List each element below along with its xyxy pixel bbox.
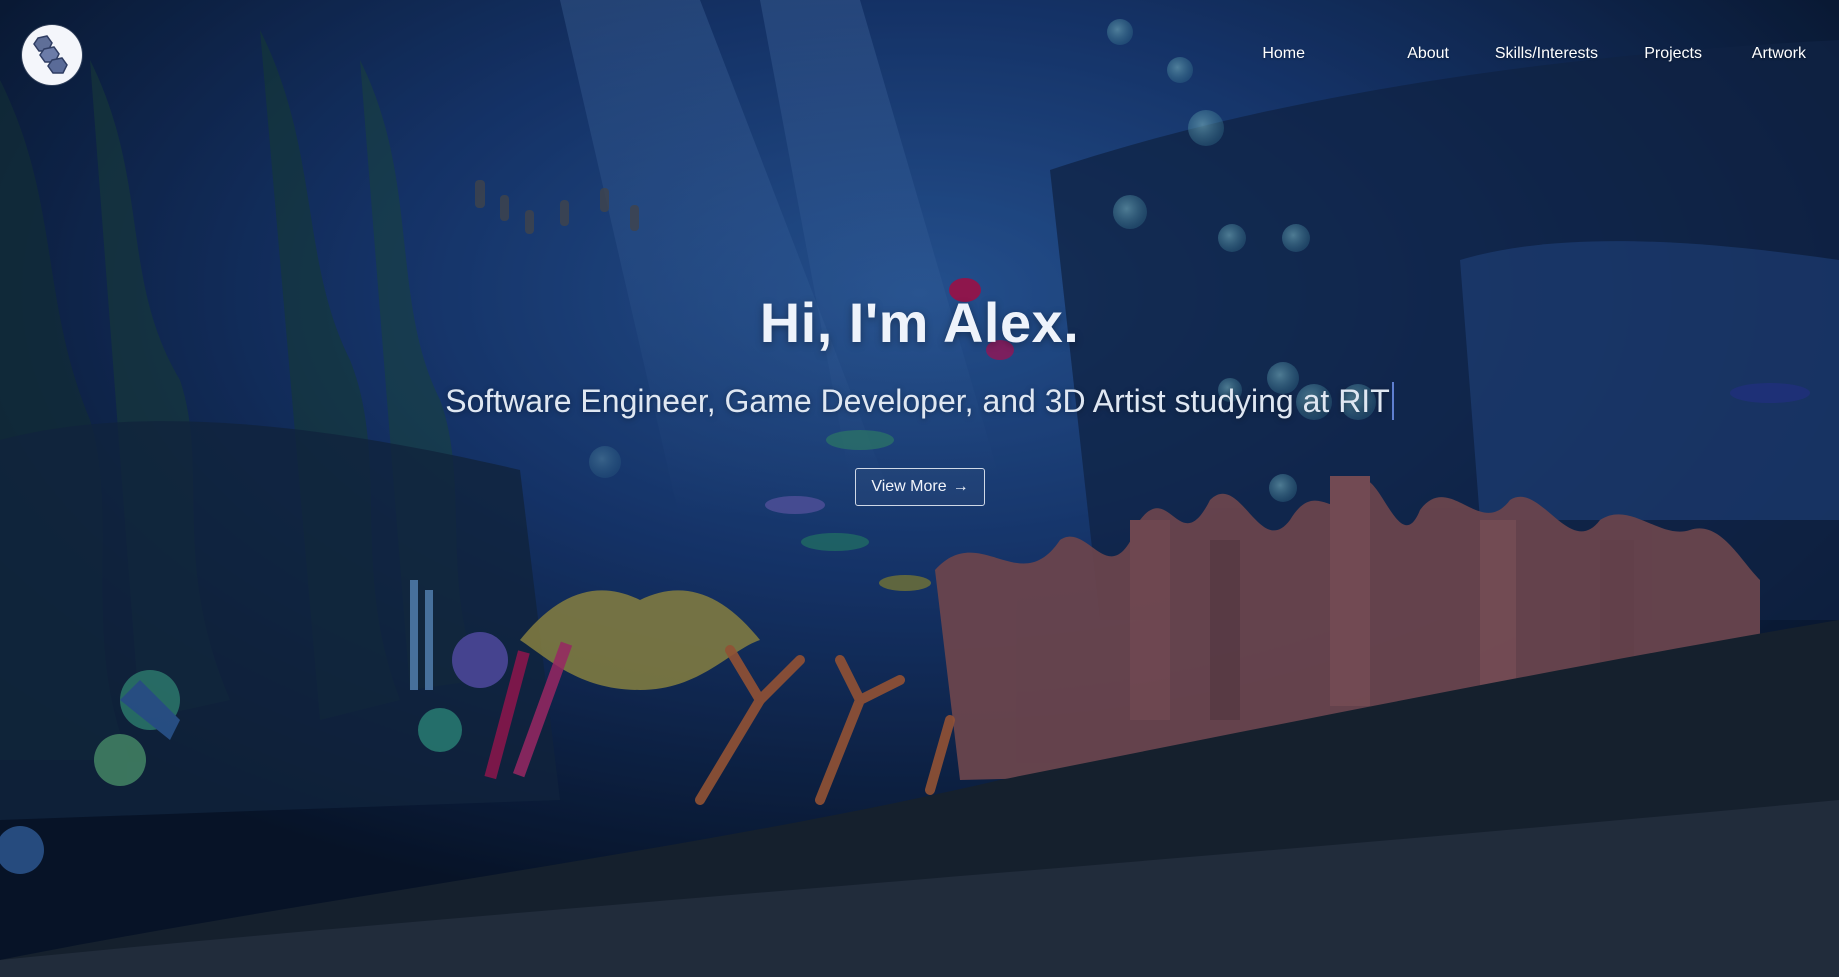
view-more-button[interactable]: View More → <box>855 468 985 506</box>
site-logo[interactable] <box>22 25 82 85</box>
view-more-label: View More <box>871 478 947 495</box>
hexagon-chain-logo-icon <box>33 35 68 74</box>
nav-link-projects[interactable]: Projects <box>1644 45 1702 63</box>
nav-link-artwork[interactable]: Artwork <box>1752 45 1806 63</box>
nav-link-skills-interests[interactable]: Skills/Interests <box>1495 45 1598 63</box>
nav-link-home[interactable]: Home <box>1262 45 1305 63</box>
hero-subtitle-container: Software Engineer, Game Developer, and 3… <box>0 381 1839 421</box>
nav-link-about[interactable]: About <box>1407 45 1449 63</box>
typing-caret <box>1391 382 1394 420</box>
hero-subtitle: Software Engineer, Game Developer, and 3… <box>445 383 1390 419</box>
arrow-right-icon: → <box>952 478 969 495</box>
hero-title: Hi, I'm Alex. <box>759 291 1080 354</box>
hero-section: Home About Skills/Interests Projects Art… <box>0 0 1839 977</box>
